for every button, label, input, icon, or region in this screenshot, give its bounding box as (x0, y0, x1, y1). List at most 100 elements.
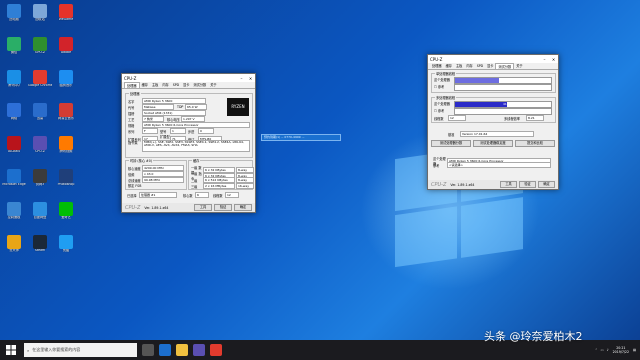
desktop-icon-label: 酷狗音乐 (59, 84, 73, 87)
stress-cpu-button[interactable]: 测试处理器稳定度 (473, 140, 513, 147)
processor-group: 处理器 名字 AMD Ryzen 5 3600 代号 Matisse TDP 65.0 … (125, 91, 253, 158)
file-explorer-icon[interactable] (176, 344, 188, 356)
chrome-icon[interactable] (210, 344, 222, 356)
desktop-icon[interactable]: AIDA64 (2, 136, 26, 164)
tab-processor[interactable]: 处理器 (430, 63, 444, 69)
start-button[interactable] (0, 340, 22, 360)
edge-icon[interactable] (159, 344, 171, 356)
desktop-icon[interactable]: 微信 (2, 37, 26, 65)
multi-ref-checkbox[interactable]: ☐ 参考 (434, 108, 444, 114)
tab-processor[interactable]: 处理器 (124, 82, 140, 88)
multi-ref-bar (454, 108, 552, 115)
taskbar-search-box[interactable]: ⌕ 在这里输入你要搜索的内容 (24, 343, 137, 357)
search-icon: ⌕ (27, 347, 30, 353)
ref-row: 参考 <请选择> (433, 162, 551, 168)
value-l3-way: 16-way (236, 183, 254, 189)
desktop-icon[interactable]: 网络 (2, 103, 26, 131)
ok-button[interactable]: 确定 (234, 204, 252, 211)
desktop-icon[interactable]: 回收站 (28, 4, 52, 32)
task-view-icon[interactable] (142, 344, 154, 356)
desktop-app-icon (33, 37, 47, 51)
titlebar[interactable]: CPU-Z – ✕ (122, 74, 255, 82)
validate-button[interactable]: 验证 (519, 181, 536, 188)
tab-mainboard[interactable]: 主板 (150, 82, 160, 88)
window-footer: CPU-Z Ver. 1.89.1.x64 工具 验证 确定 (428, 180, 558, 189)
titlebar[interactable]: CPU-Z – ✕ (428, 55, 558, 63)
close-icon[interactable]: ✕ (549, 57, 558, 62)
tab-bench[interactable]: 测试分数 (495, 63, 515, 69)
ok-button[interactable]: 确定 (538, 181, 555, 188)
single-thread-score: 531.4 (503, 78, 512, 82)
desktop-icon[interactable]: Photoshop (54, 169, 78, 197)
tab-memory[interactable]: 内存 (464, 63, 474, 69)
desktop-icon[interactable]: 优酷 (54, 235, 78, 263)
tab-bench[interactable]: 测试分数 (191, 82, 208, 88)
tab-mainboard[interactable]: 主板 (454, 63, 464, 69)
volume-icon[interactable]: ♪ (607, 348, 609, 352)
watermark: 头条 @玲奈爱柏木2 (484, 330, 583, 343)
tab-about[interactable]: 关于 (514, 63, 524, 69)
tab-graphics[interactable]: 显卡 (485, 63, 495, 69)
tab-cache[interactable]: 缓存 (140, 82, 150, 88)
desktop-icon[interactable]: 百度网盘 (28, 202, 52, 230)
tab-graphics[interactable]: 显卡 (181, 82, 191, 88)
desktop-icon-label: Steam (34, 249, 46, 252)
bench-cpu-button[interactable]: 测试处理器分数 (431, 140, 471, 147)
desktop-icon[interactable]: CPU-Z (28, 136, 52, 164)
desktop-icon-label: 回收站 (35, 18, 45, 21)
single-ref-checkbox[interactable]: ☐ 参考 (434, 84, 445, 90)
minimize-icon[interactable]: – (540, 57, 549, 62)
value-cores: 6 (195, 192, 209, 198)
minimize-icon[interactable]: – (237, 76, 246, 81)
desktop-icon[interactable]: 鲁大师 (2, 235, 26, 263)
desktop-icon[interactable]: 剑网3 (28, 169, 52, 197)
desktop-icon[interactable]: 网易云音乐 (54, 103, 78, 131)
desktop-icon[interactable]: 腾讯视频 (54, 136, 78, 164)
multi-thread-bar: 4111.5 (454, 101, 552, 108)
base-select[interactable]: Version 17.01.64 (460, 131, 534, 137)
notification-arrow-icon[interactable]: ⌃ (595, 348, 598, 352)
tab-cache[interactable]: 缓存 (444, 63, 454, 69)
processor-select[interactable]: 处理器 #1 (139, 192, 177, 198)
desktop-icon[interactable]: Microsoft Edge (2, 169, 26, 197)
desktop-icon[interactable]: 此电脑 (2, 4, 26, 32)
validate-button[interactable]: 验证 (214, 204, 232, 211)
network-icon[interactable]: ▭ (601, 348, 604, 352)
tools-button[interactable]: 工具 (194, 204, 212, 211)
tab-spd[interactable]: SPD (475, 63, 485, 69)
desktop-app-icon (7, 202, 21, 216)
close-icon[interactable]: ✕ (246, 76, 255, 81)
desktop-icon[interactable]: 酷狗音乐 (54, 70, 78, 98)
ref-select[interactable]: <请选择> (447, 162, 551, 168)
desktop-icon[interactable]: WeGame (54, 4, 78, 32)
tools-button[interactable]: 工具 (500, 181, 517, 188)
desktop-icon[interactable]: Steam (28, 235, 52, 263)
submit-compare-button[interactable]: 提交和比较 (515, 140, 555, 147)
bench-threads-select[interactable]: 12 (448, 115, 466, 121)
desktop-app-icon (59, 235, 73, 249)
window-title: CPU-Z (430, 56, 443, 62)
desktop-icon[interactable]: 迅雷 (28, 103, 52, 131)
desktop-app-icon (7, 37, 21, 51)
desktop-icon[interactable]: GPU-Z (28, 37, 52, 65)
action-center-icon[interactable]: ▤ (633, 348, 636, 352)
tab-memory[interactable]: 内存 (160, 82, 170, 88)
value-l3: 2 x 16 MBytes (203, 183, 235, 189)
base-row: 基准 Version 17.01.64 (448, 131, 534, 137)
tab-about[interactable]: 关于 (208, 82, 218, 88)
desktop-app-icon (7, 136, 21, 150)
tab-spd[interactable]: SPD (171, 82, 181, 88)
label-mult: 倍频 (128, 172, 135, 177)
value-ratio: 8.21 (526, 115, 544, 121)
desktop-icon[interactable]: 腾讯QQ (2, 70, 26, 98)
desktop-icon[interactable]: Adobe (54, 37, 78, 65)
desktop-icon[interactable]: 爱奇艺 (54, 202, 78, 230)
taskbar-flyout-notification[interactable]: 预约到期(1) -- 0770-4999 ... (261, 134, 341, 141)
desktop-icon-label: 此电脑 (9, 18, 19, 21)
desktop-icon[interactable]: 控制面板 (2, 202, 26, 230)
single-ref-label: 参考 (437, 85, 445, 89)
clock[interactable]: 20:21 2019/7/22 (613, 346, 629, 354)
desktop-icon[interactable]: Google Chrome (28, 70, 52, 98)
desktop-icon-label: 鲁大师 (9, 249, 19, 252)
cpuz-taskbar-icon[interactable] (193, 344, 205, 356)
